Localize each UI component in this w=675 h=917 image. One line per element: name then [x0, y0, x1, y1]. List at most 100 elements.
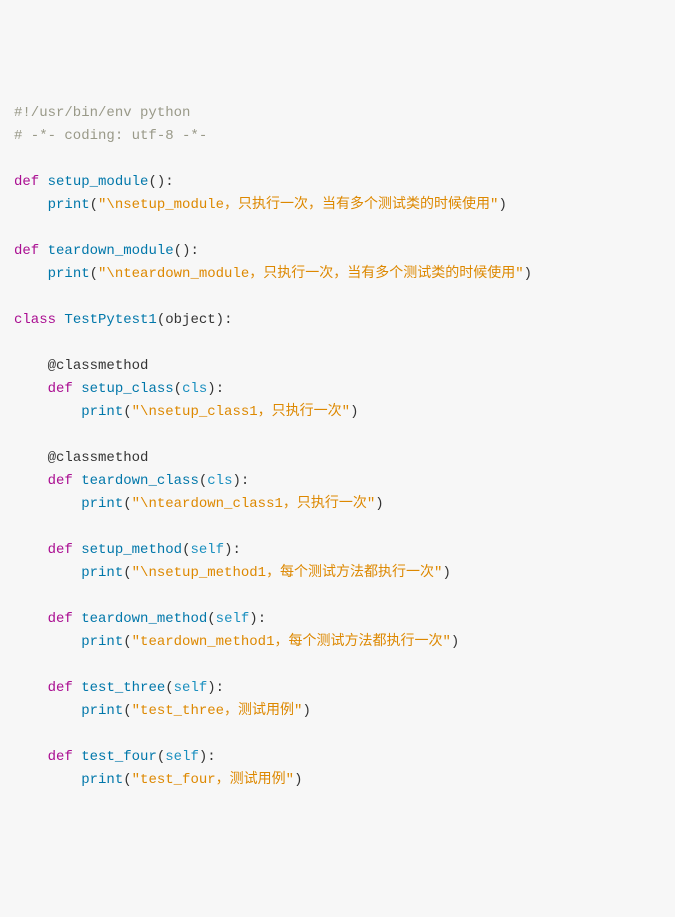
code-line: print("\nsetup_method1，每个测试方法都执行一次")	[14, 562, 661, 585]
code-token: setup_method	[81, 542, 182, 558]
code-line	[14, 585, 661, 608]
code-token: )	[199, 749, 207, 765]
code-line: print("\nsetup_module，只执行一次，当有多个测试类的时候使用…	[14, 194, 661, 217]
code-token: print	[81, 772, 123, 788]
code-token: (	[90, 197, 98, 213]
code-token: print	[48, 197, 90, 213]
code-token: :	[224, 312, 232, 328]
code-token: self	[174, 680, 208, 696]
code-token	[39, 243, 47, 259]
code-token: "teardown_method1，每个测试方法都执行一次"	[132, 634, 451, 650]
code-block: #!/usr/bin/env python # -*- coding: utf-8…	[14, 102, 661, 792]
code-token: def	[48, 749, 73, 765]
code-line	[14, 516, 661, 539]
code-line: def teardown_class(cls):	[14, 470, 661, 493]
code-token: :	[165, 174, 173, 190]
code-token: (	[199, 473, 207, 489]
code-line	[14, 654, 661, 677]
code-token	[73, 749, 81, 765]
code-token: def	[48, 680, 73, 696]
code-token	[14, 565, 81, 581]
code-token: )	[350, 404, 358, 420]
code-line: @classmethod	[14, 447, 661, 470]
code-token	[14, 680, 48, 696]
code-token: def	[14, 174, 39, 190]
code-token: (	[174, 381, 182, 397]
code-token: object	[165, 312, 215, 328]
code-token: (	[123, 496, 131, 512]
code-token: @classmethod	[48, 358, 149, 374]
code-token: "\nsetup_method1，每个测试方法都执行一次"	[132, 565, 443, 581]
code-token: teardown_class	[81, 473, 199, 489]
code-token: self	[165, 749, 199, 765]
code-token: :	[216, 680, 224, 696]
code-token: #!/usr/bin/env python	[14, 105, 190, 121]
code-token: )	[375, 496, 383, 512]
code-token: def	[48, 381, 73, 397]
code-token: setup_module	[48, 174, 149, 190]
code-token: (	[90, 266, 98, 282]
code-line	[14, 286, 661, 309]
code-token	[14, 611, 48, 627]
code-token: (	[123, 772, 131, 788]
code-token	[14, 404, 81, 420]
code-token: (	[174, 243, 182, 259]
code-token	[14, 358, 48, 374]
code-token	[14, 381, 48, 397]
code-token: cls	[207, 473, 232, 489]
code-token: )	[249, 611, 257, 627]
code-token: print	[81, 634, 123, 650]
code-line: def setup_method(self):	[14, 539, 661, 562]
code-line: print("\nteardown_class1，只执行一次")	[14, 493, 661, 516]
code-token: "\nteardown_module，只执行一次，当有多个测试类的时候使用"	[98, 266, 524, 282]
code-token: :	[216, 381, 224, 397]
code-line	[14, 148, 661, 171]
code-token: (	[123, 404, 131, 420]
code-token: )	[157, 174, 165, 190]
code-token: # -*- coding: utf-8 -*-	[14, 128, 207, 144]
code-token	[14, 266, 48, 282]
code-token: print	[81, 565, 123, 581]
code-token	[73, 381, 81, 397]
code-line	[14, 424, 661, 447]
code-token: def	[48, 542, 73, 558]
code-line	[14, 723, 661, 746]
code-token: def	[14, 243, 39, 259]
code-token	[14, 634, 81, 650]
code-token: (	[123, 634, 131, 650]
code-token: (	[148, 174, 156, 190]
code-line: def setup_class(cls):	[14, 378, 661, 401]
code-token: print	[81, 404, 123, 420]
code-token: :	[232, 542, 240, 558]
code-line: print("\nsetup_class1，只执行一次")	[14, 401, 661, 424]
code-token: )	[294, 772, 302, 788]
code-token: self	[190, 542, 224, 558]
code-token: :	[207, 749, 215, 765]
code-token	[14, 772, 81, 788]
code-token: )	[451, 634, 459, 650]
code-token: cls	[182, 381, 207, 397]
code-line: #!/usr/bin/env python	[14, 102, 661, 125]
code-token: @classmethod	[48, 450, 149, 466]
code-token: TestPytest1	[64, 312, 156, 328]
code-token	[14, 197, 48, 213]
code-token: )	[207, 381, 215, 397]
code-token: )	[524, 266, 532, 282]
code-line: def test_four(self):	[14, 746, 661, 769]
code-token: print	[81, 496, 123, 512]
code-token: "\nsetup_class1，只执行一次"	[132, 404, 350, 420]
code-token: )	[442, 565, 450, 581]
code-token: def	[48, 611, 73, 627]
code-token: (	[157, 312, 165, 328]
code-token: (	[165, 680, 173, 696]
code-line	[14, 217, 661, 240]
code-line: # -*- coding: utf-8 -*-	[14, 125, 661, 148]
code-token: teardown_method	[81, 611, 207, 627]
code-token	[14, 496, 81, 512]
code-token	[14, 450, 48, 466]
code-token: )	[302, 703, 310, 719]
code-line: def teardown_method(self):	[14, 608, 661, 631]
code-line: print("test_three，测试用例")	[14, 700, 661, 723]
code-line: print("\nteardown_module，只执行一次，当有多个测试类的时…	[14, 263, 661, 286]
code-token: )	[216, 312, 224, 328]
